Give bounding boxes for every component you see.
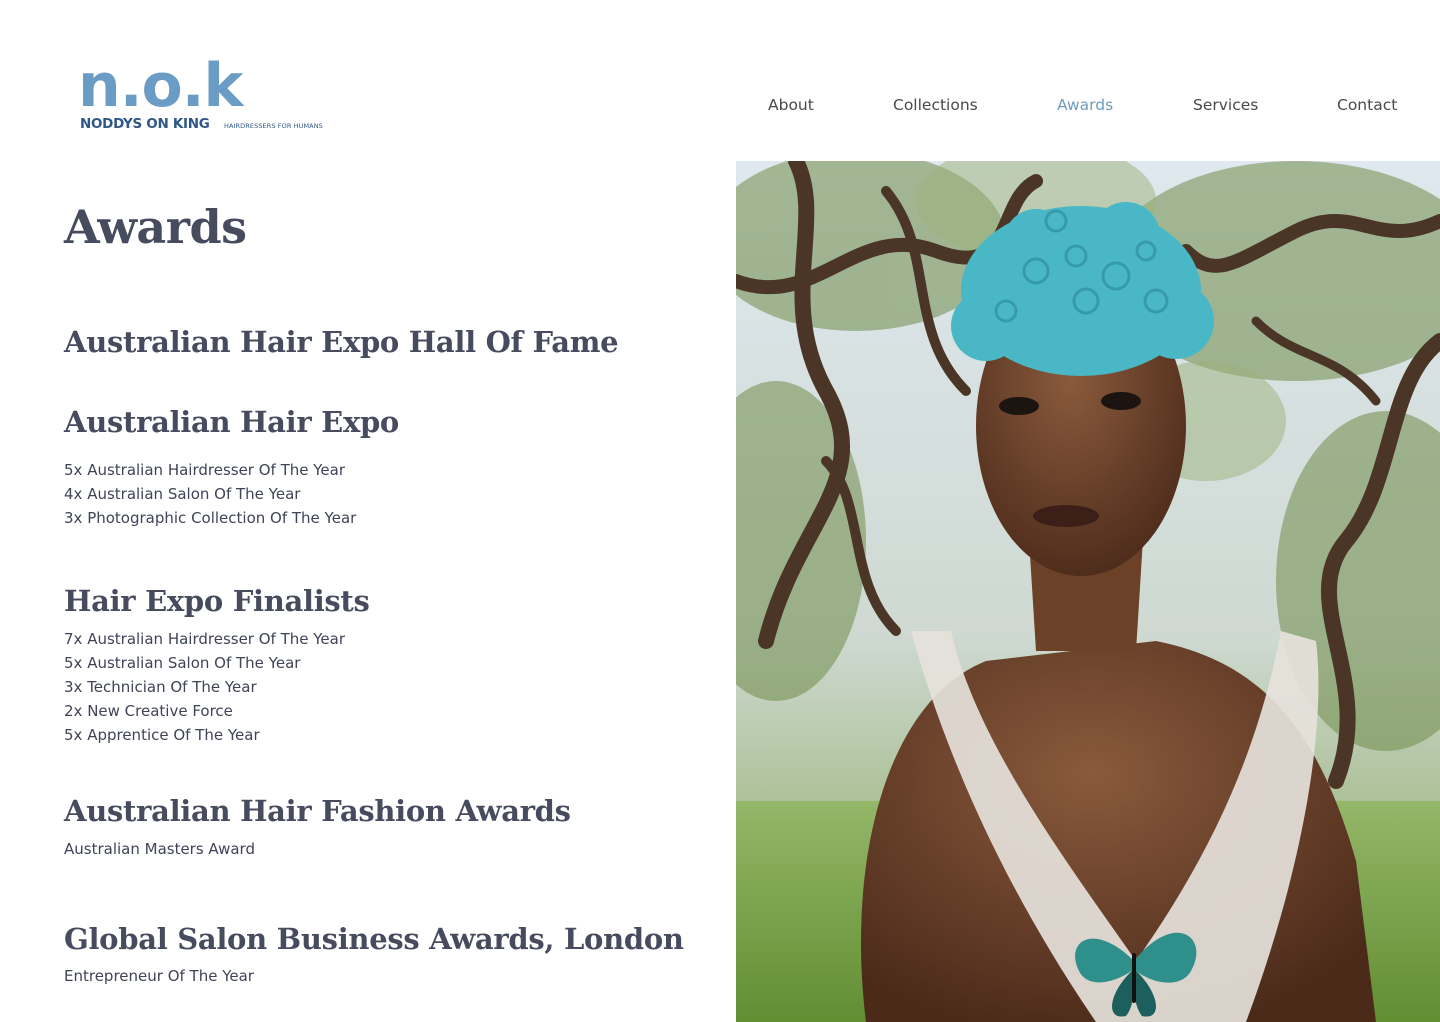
list-item: Entrepreneur Of The Year xyxy=(64,967,254,985)
list-item: 3x Technician Of The Year xyxy=(64,678,257,696)
list-item: Australian Masters Award xyxy=(64,840,255,858)
list-item: 5x Apprentice Of The Year xyxy=(64,726,260,744)
section-heading-finalists: Hair Expo Finalists xyxy=(64,584,370,618)
nav-services[interactable]: Services xyxy=(1193,96,1258,114)
logo-tagline: HAIRDRESSERS FOR HUMANS xyxy=(224,122,323,130)
main-nav: About Collections Awards Services Contac… xyxy=(0,96,1440,118)
section-heading-fashion-awards: Australian Hair Fashion Awards xyxy=(64,794,571,828)
logo-name: NODDYS ON KING xyxy=(80,116,210,132)
page-title: Awards xyxy=(64,200,247,254)
section-heading-hair-expo: Australian Hair Expo xyxy=(64,405,399,439)
section-heading-hall-of-fame: Australian Hair Expo Hall Of Fame xyxy=(64,325,619,359)
nav-contact[interactable]: Contact xyxy=(1337,96,1397,114)
section-heading-global-salon: Global Salon Business Awards, London xyxy=(64,922,684,956)
award-list-global-salon: Entrepreneur Of The Year xyxy=(64,964,254,988)
list-item: 7x Australian Hairdresser Of The Year xyxy=(64,630,346,648)
award-list-finalists: 7x Australian Hairdresser Of The Year 5x… xyxy=(64,627,345,747)
award-list-hair-expo: 5x Australian Hairdresser Of The Year 4x… xyxy=(64,458,356,530)
hero-photo xyxy=(736,161,1440,1022)
nav-about[interactable]: About xyxy=(768,96,814,114)
nav-awards[interactable]: Awards xyxy=(1057,96,1113,114)
award-list-fashion-awards: Australian Masters Award xyxy=(64,837,255,861)
list-item: 2x New Creative Force xyxy=(64,702,233,720)
nav-collections[interactable]: Collections xyxy=(893,96,978,114)
list-item: 3x Photographic Collection Of The Year xyxy=(64,509,357,527)
list-item: 4x Australian Salon Of The Year xyxy=(64,485,301,503)
list-item: 5x Australian Hairdresser Of The Year xyxy=(64,461,346,479)
list-item: 5x Australian Salon Of The Year xyxy=(64,654,301,672)
